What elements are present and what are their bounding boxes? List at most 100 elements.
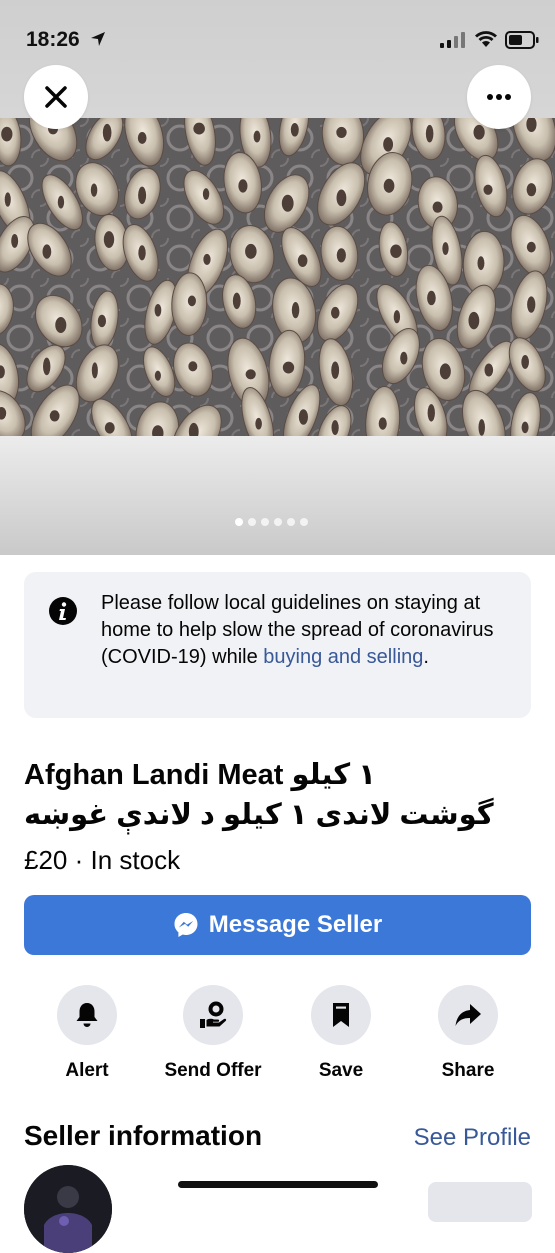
wifi-icon	[475, 31, 497, 47]
meat-shadow	[203, 253, 211, 265]
meat-shadow	[104, 422, 115, 434]
alert-button[interactable]	[57, 985, 117, 1045]
meat-shadow	[521, 421, 529, 434]
pagination-dot[interactable]	[235, 518, 243, 526]
message-seller-button[interactable]: Message Seller	[24, 895, 531, 955]
meat-shadow	[97, 314, 107, 328]
meat-shadow	[439, 363, 451, 380]
meat-shadow	[378, 417, 387, 430]
seller-avatar[interactable]	[24, 1165, 112, 1253]
image-backdrop	[0, 436, 555, 555]
title-line-2: گوشت لاندی ١ کیلو د لاندې غوښه	[24, 799, 494, 831]
send-offer-action[interactable]: Send Offer	[158, 985, 268, 1082]
meat-shadow	[90, 183, 98, 197]
meat-shadow	[253, 130, 261, 143]
pagination-dot[interactable]	[248, 518, 256, 526]
cellular-signal-icon	[440, 32, 465, 48]
meat-shadow	[11, 234, 19, 248]
seller-follow-button[interactable]	[428, 1182, 532, 1222]
pagination-dot[interactable]	[261, 518, 269, 526]
meat-shadow	[383, 137, 394, 152]
alert-action[interactable]: Alert	[32, 985, 142, 1082]
meat-shadow	[526, 241, 536, 253]
meat-shadow	[484, 363, 494, 377]
see-profile-link[interactable]: See Profile	[414, 1124, 531, 1152]
pagination-dot[interactable]	[274, 518, 282, 526]
listing-photo[interactable]	[0, 118, 555, 436]
meat-shadow	[91, 362, 98, 379]
send-offer-label: Send Offer	[164, 1060, 262, 1081]
meat-shadow	[282, 361, 295, 374]
meat-shadow	[49, 410, 60, 422]
meat-shadow	[336, 189, 347, 207]
close-button[interactable]	[24, 65, 88, 129]
home-indicator[interactable]	[178, 1181, 378, 1188]
meat-shadow	[55, 317, 67, 334]
close-icon	[45, 86, 67, 108]
status-bar: 18:26	[0, 0, 555, 80]
meat-shadow	[138, 186, 147, 205]
pagination-dot[interactable]	[300, 518, 308, 526]
meat-shadow	[245, 243, 257, 259]
more-dots-icon	[487, 94, 511, 100]
meat-shadow	[527, 296, 536, 313]
save-label: Save	[318, 1060, 364, 1081]
meat-shadow	[427, 404, 435, 422]
meat-shadow	[477, 256, 485, 271]
meat-shadow	[336, 126, 347, 138]
image-pagination-dots[interactable]	[235, 518, 308, 526]
share-label: Share	[441, 1060, 495, 1081]
meat-shadow	[383, 178, 395, 193]
meat-shadow	[427, 290, 436, 306]
meat-shadow	[238, 179, 248, 193]
send-offer-button[interactable]	[183, 985, 243, 1045]
meat-shadow	[193, 122, 205, 135]
more-options-button[interactable]	[467, 65, 531, 129]
clock: 18:26	[26, 28, 80, 51]
location-arrow-icon	[91, 32, 105, 46]
meat-shadow	[290, 123, 299, 137]
listing-title: Afghan Landi Meat ١ کیلو گوشت لاندی ١ کی…	[24, 755, 534, 835]
meat-shadow	[473, 124, 485, 140]
meat-shadow	[331, 361, 340, 379]
meat-shadow	[442, 242, 449, 255]
meat-shadow	[154, 370, 161, 381]
meat-shadow	[478, 419, 485, 436]
seller-information-heading: Seller information	[24, 1120, 263, 1151]
save-button[interactable]	[311, 985, 371, 1045]
meat-shadow	[232, 292, 241, 310]
meat-shadow	[137, 132, 147, 144]
alert-label: Alert	[65, 1060, 109, 1081]
notice-text: Please follow local guidelines on stayin…	[101, 590, 516, 671]
meat-shadow	[483, 184, 493, 195]
share-button[interactable]	[438, 985, 498, 1045]
buying-selling-link[interactable]: buying and selling	[263, 646, 423, 668]
meat-shadow	[393, 310, 401, 324]
meat-shadow	[298, 409, 309, 425]
meat-shadow	[154, 303, 162, 317]
message-seller-label: Message Seller	[208, 911, 383, 938]
share-action[interactable]: Share	[413, 985, 523, 1082]
listing-image-area[interactable]: 18:26	[0, 0, 555, 555]
meat-shadow	[291, 301, 300, 319]
meat-shadow	[42, 244, 52, 259]
meat-shadow	[331, 420, 339, 436]
meat-shadow	[281, 194, 294, 212]
meat-shadow	[4, 192, 11, 207]
avatar-image	[24, 1165, 112, 1253]
meat-shadow	[255, 417, 262, 430]
meat-shadow	[245, 369, 256, 380]
battery-icon	[505, 31, 539, 49]
meat-shadow	[400, 351, 408, 365]
meat-shadow	[297, 254, 308, 268]
title-line-1: Afghan Landi Meat ١ کیلو	[24, 759, 376, 791]
pagination-dot[interactable]	[287, 518, 295, 526]
meat-shadow	[336, 248, 346, 263]
share-icon	[455, 1004, 481, 1026]
meat-shadow	[521, 355, 529, 369]
price-stock: £20 · In stock	[24, 845, 181, 875]
covid-notice: Please follow local guidelines on stayin…	[24, 572, 531, 718]
meat-shadow	[432, 201, 443, 213]
meat-shadow	[202, 188, 210, 200]
save-action[interactable]: Save	[286, 985, 396, 1082]
